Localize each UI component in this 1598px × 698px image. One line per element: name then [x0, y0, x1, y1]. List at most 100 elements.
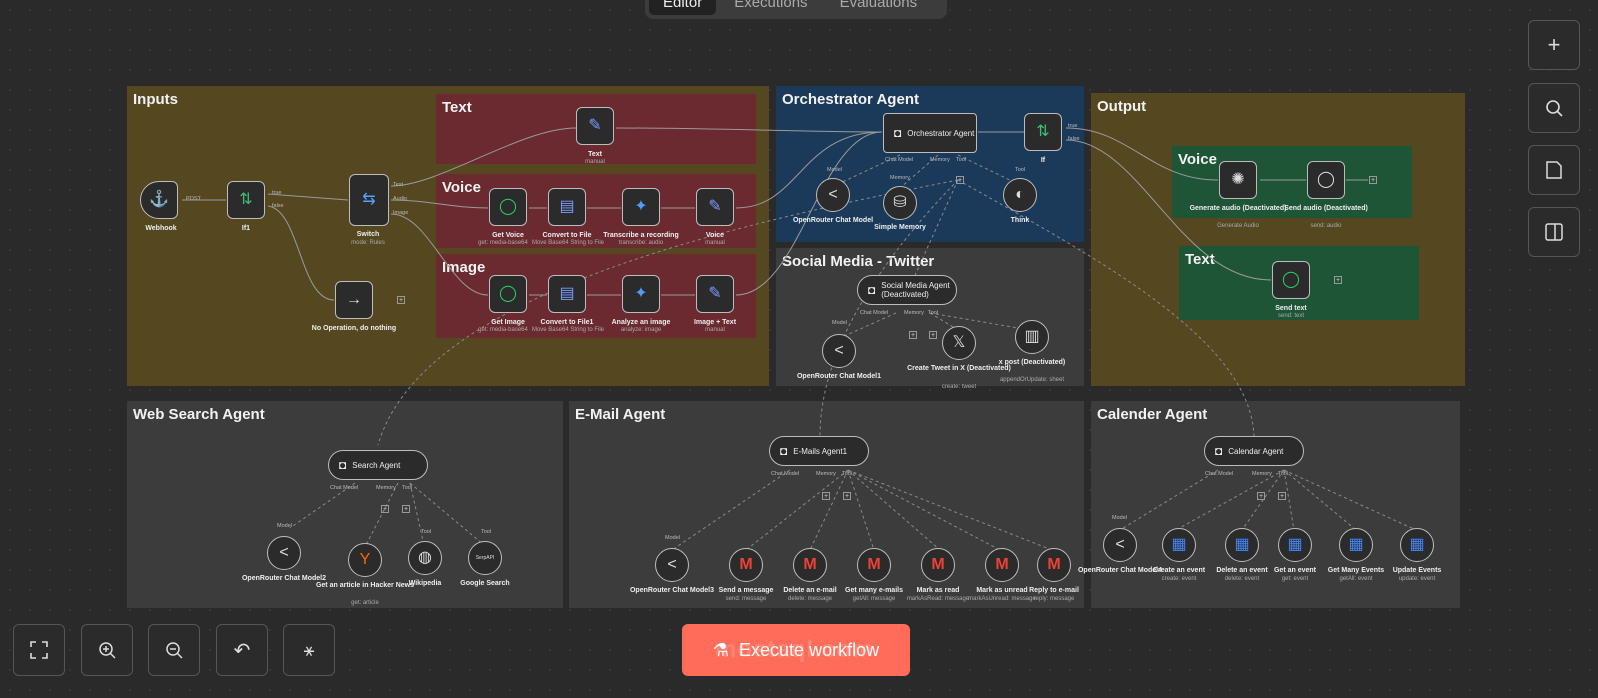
google-calendar-tool-node[interactable]: ▦	[1162, 528, 1196, 562]
add-memory-plus-icon[interactable]: +	[822, 492, 830, 500]
email-tool-port: Tool	[842, 471, 853, 477]
social-openrouter-node[interactable]: <	[822, 334, 856, 368]
webhook-node[interactable]: ⚓	[140, 181, 178, 219]
switch-node[interactable]: ⇆	[349, 174, 389, 226]
gmail-tool-node[interactable]: M	[1037, 548, 1071, 582]
google-calendar-tool-node[interactable]: ▦	[1339, 528, 1373, 562]
think-node[interactable]: ◐	[1003, 178, 1037, 212]
web-openrouter-node[interactable]: <	[267, 536, 301, 570]
undo-button[interactable]: ↶	[216, 624, 268, 676]
add-tool-plus-icon[interactable]: +	[843, 492, 851, 500]
add-tool-plus-icon[interactable]: +	[956, 176, 964, 184]
send-text-sub: send: text	[1277, 313, 1304, 319]
orchestrator-agent-node[interactable]: ◘ Orchestrator Agent	[883, 113, 977, 153]
send-text-node[interactable]: ◯	[1272, 261, 1310, 299]
openai-icon: ✺	[1231, 171, 1245, 188]
calendar-tool-sub: update: event	[1398, 576, 1436, 582]
wire	[735, 131, 883, 296]
tweet-node[interactable]: 𝕏	[942, 326, 976, 360]
orch-if-node[interactable]: ⇅	[1024, 113, 1062, 151]
gmail-tool-label: Reply to e-mail	[1029, 587, 1079, 594]
orch-memory-port: Memory	[930, 157, 950, 163]
fit-view-button[interactable]	[13, 624, 65, 676]
wikipedia-icon: ◍	[418, 549, 432, 566]
search-agent-node[interactable]: ◘ Search Agent	[328, 450, 428, 480]
search-button[interactable]	[1528, 83, 1580, 133]
zoom-out-button[interactable]	[148, 624, 200, 676]
simple-memory-node[interactable]: ⛁	[883, 186, 917, 220]
voice-set-sub: manual	[705, 240, 725, 246]
convert-file1-node[interactable]: ▤	[548, 275, 586, 313]
generate-audio-node[interactable]: ✺	[1219, 161, 1257, 199]
add-memory-plus-icon[interactable]: +	[381, 505, 389, 513]
get-image-node[interactable]: ◯	[489, 275, 527, 313]
hn-node[interactable]: Y	[348, 543, 382, 577]
add-memory-plus-icon[interactable]: +	[909, 331, 917, 339]
email-openrouter-node[interactable]: <	[655, 548, 689, 582]
wikipedia-node[interactable]: ◍	[408, 541, 442, 575]
model-tag: Model	[277, 523, 292, 529]
model-tag: Model	[827, 167, 842, 173]
web-memory-port: Memory	[376, 485, 396, 491]
switch-out-text: Text	[393, 182, 404, 188]
social-memory-port: Memory	[904, 310, 924, 316]
add-tool-plus-icon[interactable]: +	[1278, 492, 1286, 500]
xpost-node[interactable]: ▥	[1015, 320, 1049, 354]
text-set-node[interactable]: ✎	[576, 107, 614, 145]
social-agent-node[interactable]: ◘ Social Media Agent (Deactivated)	[857, 275, 957, 305]
whatsapp-icon: ◯	[499, 285, 517, 302]
google-calendar-icon: ▦	[1234, 536, 1250, 553]
gmail-tool-node[interactable]: M	[921, 548, 955, 582]
tool-tag: Tool	[421, 529, 432, 535]
if1-node[interactable]: ⇅	[227, 181, 265, 219]
google-search-node[interactable]: SerpAPI	[468, 541, 502, 575]
undo-icon: ↶	[233, 639, 251, 662]
send-audio-node[interactable]: ◯	[1307, 161, 1345, 199]
add-node-plus-icon[interactable]: +	[1334, 276, 1342, 284]
gmail-icon: M	[739, 556, 753, 573]
email-agent-node[interactable]: ◘ E-Mails Agent1	[769, 436, 869, 466]
cal-memory-port: Memory	[1252, 471, 1272, 477]
add-node-plus-icon[interactable]: +	[1369, 176, 1377, 184]
search-agent-title: Search Agent	[352, 460, 401, 470]
switch-out-audio: Audio	[393, 196, 408, 202]
gmail-icon: M	[1047, 556, 1061, 573]
noop-node[interactable]: →	[335, 281, 373, 319]
brain-icon: ◐	[1015, 186, 1025, 203]
get-voice-node[interactable]: ◯	[489, 188, 527, 226]
gmail-tool-node[interactable]: M	[985, 548, 1019, 582]
google-calendar-icon: ▦	[1171, 536, 1187, 553]
gmail-tool-node[interactable]: M	[857, 548, 891, 582]
transcribe-node[interactable]: ✦	[622, 188, 660, 226]
sticky-note-button[interactable]	[1528, 145, 1580, 195]
cal-chat-model-port: Chat Model	[1205, 471, 1234, 477]
file-icon: ▤	[559, 198, 575, 215]
analyze-image-node[interactable]: ✦	[622, 275, 660, 313]
clean-up-button[interactable]: ⚹	[283, 624, 335, 676]
image-text-node[interactable]: ✎	[696, 275, 734, 313]
switch-out-image: Image	[393, 210, 409, 216]
if1-label: If1	[241, 225, 251, 232]
model-tag: Model	[1112, 515, 1127, 521]
google-calendar-tool-node[interactable]: ▦	[1400, 528, 1434, 562]
plus-icon: +	[1547, 32, 1561, 57]
voice-set-node[interactable]: ✎	[696, 188, 734, 226]
add-node-button[interactable]: +	[1528, 20, 1580, 70]
cal-openrouter-node[interactable]: <	[1103, 528, 1137, 562]
calendar-agent-node[interactable]: ◘ Calendar Agent	[1204, 436, 1304, 466]
add-node-plus-icon[interactable]: +	[397, 296, 405, 304]
side-panel-button[interactable]	[1528, 207, 1580, 257]
google-calendar-tool-node[interactable]: ▦	[1225, 528, 1259, 562]
add-memory-plus-icon[interactable]: +	[1257, 492, 1265, 500]
add-tool-plus-icon[interactable]: +	[402, 505, 410, 513]
zoom-in-button[interactable]	[81, 624, 133, 676]
gmail-tool-node[interactable]: M	[729, 548, 763, 582]
sidebar-panel-icon	[1545, 223, 1563, 241]
convert-file-node[interactable]: ▤	[548, 188, 586, 226]
openrouter-node[interactable]: <	[816, 178, 850, 212]
add-tool-plus-icon[interactable]: +	[929, 331, 937, 339]
gmail-tool-node[interactable]: M	[793, 548, 827, 582]
text-set-label: Text	[588, 151, 602, 158]
google-calendar-tool-node[interactable]: ▦	[1278, 528, 1312, 562]
openrouter-icon: <	[834, 342, 844, 359]
